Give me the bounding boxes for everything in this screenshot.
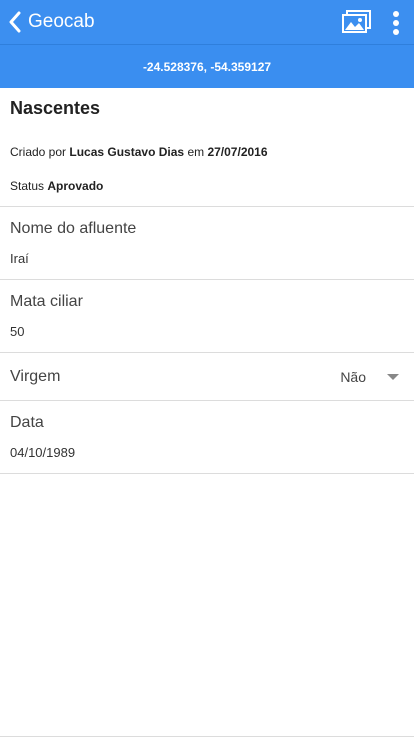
field-value-virgem: Não: [340, 368, 366, 385]
field-label-nome-do-afluente: Nome do afluente: [10, 220, 137, 237]
app-bar: Geocab: [0, 0, 414, 44]
created-prefix: Criado por: [10, 145, 67, 159]
status-value: Aprovado: [47, 179, 104, 193]
author-name: Lucas Gustavo Dias: [69, 145, 185, 159]
created-by-line: Criado por Lucas Gustavo Dias em 27/07/2…: [10, 145, 268, 159]
divider: [0, 206, 414, 207]
app-title: Geocab: [28, 11, 95, 32]
divider: [0, 279, 414, 280]
created-mid: em: [187, 145, 205, 159]
coordinates-bar: -24.528376, -54.359127: [0, 44, 414, 88]
field-label-virgem: Virgem: [10, 367, 61, 385]
gallery-button[interactable]: [342, 10, 372, 34]
status-line: Status Aprovado: [10, 179, 103, 193]
field-value-nome-do-afluente[interactable]: Iraí: [10, 251, 29, 266]
chevron-left-icon: [8, 11, 22, 33]
record-title: Nascentes: [10, 98, 101, 118]
status-label: Status: [10, 179, 45, 193]
more-options-button[interactable]: [386, 10, 406, 36]
field-label-mata-ciliar: Mata ciliar: [10, 293, 83, 310]
bottom-divider: [0, 736, 414, 737]
back-button[interactable]: Geocab: [0, 0, 95, 44]
field-label-data: Data: [10, 414, 44, 431]
field-value-data[interactable]: 04/10/1989: [10, 445, 75, 460]
images-icon: [342, 10, 371, 33]
divider: [0, 473, 414, 474]
divider: [0, 400, 414, 401]
virgem-select[interactable]: Virgem Não: [0, 353, 414, 400]
more-vertical-icon: [393, 11, 399, 35]
coordinates-text: -24.528376, -54.359127: [142, 59, 272, 74]
created-date: 27/07/2016: [207, 145, 268, 159]
caret-down-icon: [387, 374, 399, 380]
field-value-mata-ciliar[interactable]: 50: [10, 324, 24, 339]
